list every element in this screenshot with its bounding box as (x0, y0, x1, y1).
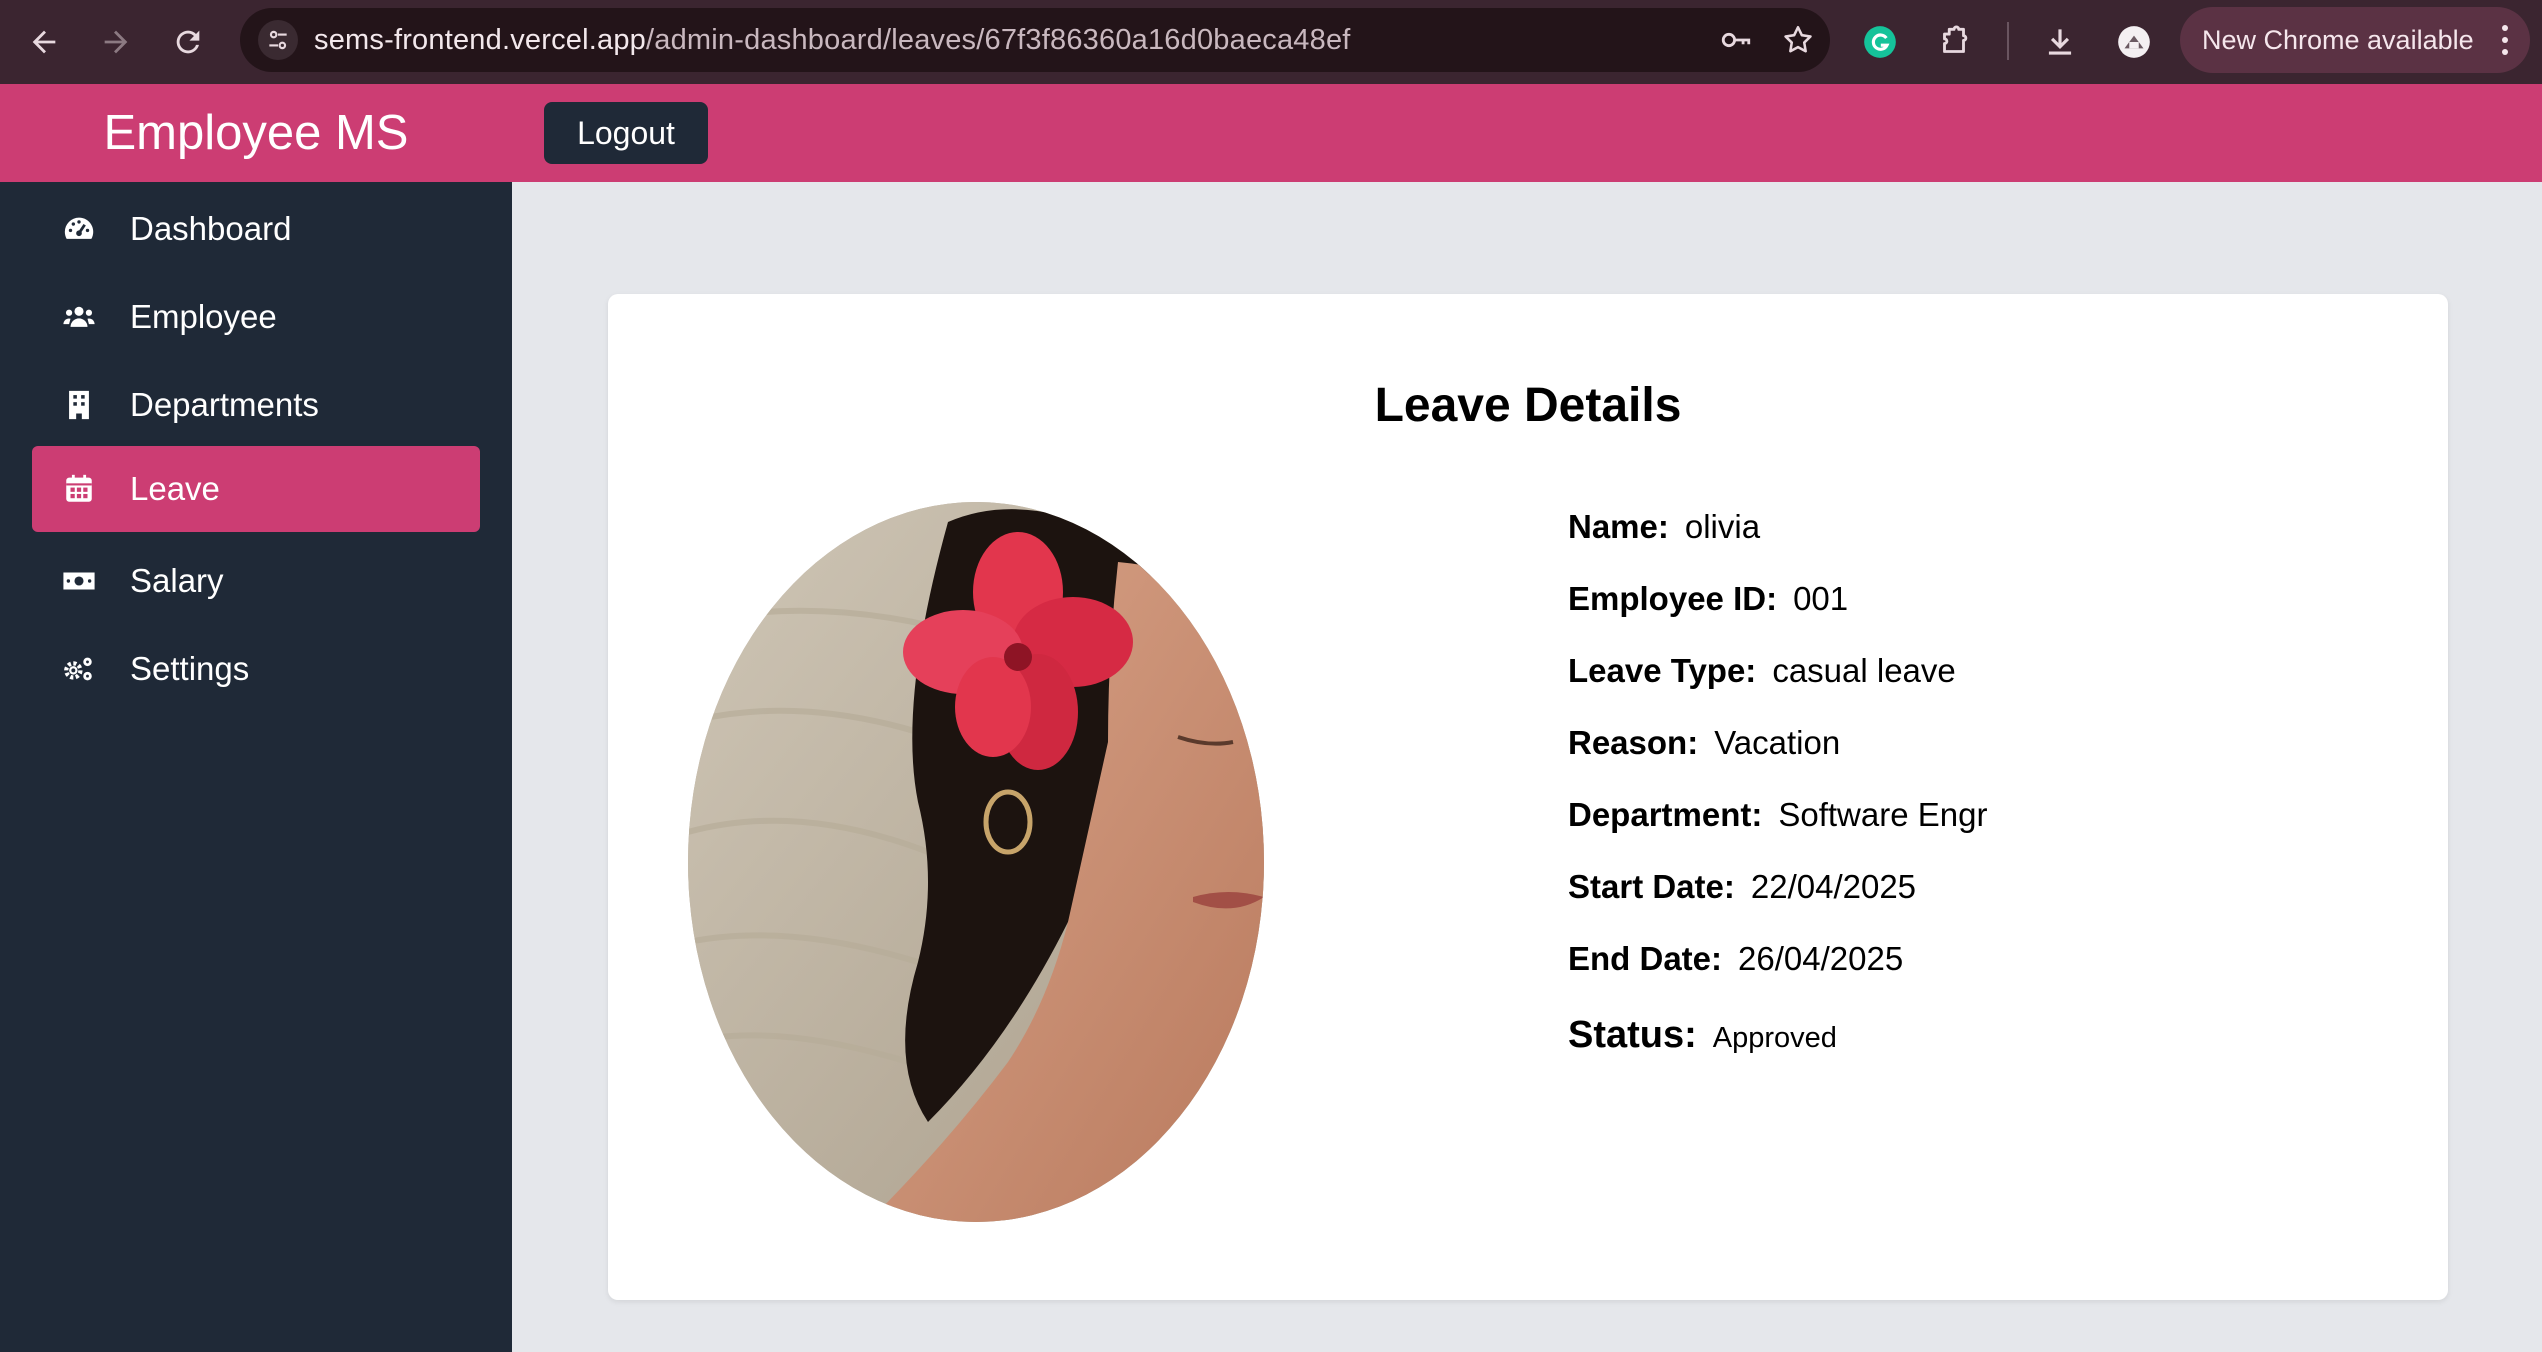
employee-photo (688, 502, 1264, 1222)
detail-label: Department: (1568, 796, 1763, 833)
detail-row-end-date: End Date: 26/04/2025 (1568, 934, 1903, 984)
sidebar-item-label: Leave (130, 470, 220, 507)
url-host: sems-frontend.vercel.app (314, 24, 647, 56)
detail-label: End Date: (1568, 940, 1723, 977)
gauge-icon (62, 212, 96, 246)
profile-button[interactable] (2110, 18, 2158, 66)
arrow-right-icon (104, 30, 128, 54)
detail-label: Start Date: (1568, 868, 1735, 905)
detail-row-leave-type: Leave Type: casual leave (1568, 646, 1956, 696)
detail-value: 22/04/2025 (1750, 868, 1917, 905)
sidebar: Dashboard Employee Departments Leave Sal… (0, 182, 512, 1352)
detail-row-name: Name: olivia (1568, 502, 1760, 552)
detail-value: 26/04/2025 (1738, 940, 1904, 977)
detail-row-reason: Reason: Vacation (1568, 718, 1840, 768)
url-text: sems-frontend.vercel.app/admin-dashboard… (314, 8, 1351, 72)
new-chrome-available-button[interactable]: New Chrome available (2180, 7, 2530, 73)
users-icon (62, 300, 96, 334)
money-bill-icon (62, 564, 96, 598)
site-settings-button[interactable] (258, 20, 298, 60)
detail-value: olivia (1684, 508, 1761, 545)
browser-toolbar: sems-frontend.vercel.app/admin-dashboard… (0, 0, 2542, 84)
download-icon (2048, 29, 2072, 55)
detail-label: Status: (1568, 1014, 1697, 1056)
leave-details-card: Leave Details Name: olivia Employee ID: … (608, 294, 2448, 1300)
gears-icon (62, 652, 96, 686)
building-icon (62, 388, 96, 422)
detail-label: Leave Type: (1568, 652, 1757, 689)
sidebar-item-label: Employee (130, 298, 277, 335)
detail-label: Name: (1568, 508, 1669, 545)
logout-button[interactable]: Logout (544, 102, 708, 164)
puzzle-icon (1943, 25, 1968, 53)
password-manager-button[interactable] (1718, 22, 1754, 58)
detail-row-start-date: Start Date: 22/04/2025 (1568, 862, 1916, 912)
sidebar-item-label: Settings (130, 650, 250, 687)
bookmark-button[interactable] (1780, 22, 1816, 58)
address-bar[interactable]: sems-frontend.vercel.app/admin-dashboard… (240, 8, 1830, 72)
sidebar-item-employee[interactable]: Employee (32, 274, 480, 360)
detail-value: 001 (1793, 580, 1849, 617)
extensions-button[interactable] (1930, 18, 1978, 66)
sidebar-item-leave[interactable]: Leave (32, 446, 480, 532)
reload-icon (176, 30, 200, 54)
downloads-button[interactable] (2036, 18, 2084, 66)
forward-button[interactable] (90, 16, 142, 68)
page-title: Leave Details (1374, 379, 1682, 432)
calendar-icon (62, 472, 96, 506)
app-header: Employee MS Logout (0, 84, 2542, 182)
arrow-left-icon (32, 30, 56, 54)
detail-row-department: Department: Software Engr (1568, 790, 1987, 840)
detail-value: Vacation (1714, 724, 1841, 761)
tune-icon (269, 30, 287, 50)
detail-row-status: Status: Approved (1568, 1010, 1837, 1060)
sidebar-item-label: Departments (130, 386, 319, 423)
new-chrome-label: New Chrome available (2202, 24, 2474, 55)
detail-value: casual leave (1772, 652, 1956, 689)
url-path: /admin-dashboard/leaves/67f3f86360a16d0b… (646, 24, 1351, 56)
sidebar-item-label: Salary (130, 562, 224, 599)
star-icon (1784, 25, 1812, 53)
status-value: Approved (1712, 1022, 1837, 1054)
back-button[interactable] (18, 16, 70, 68)
sidebar-item-salary[interactable]: Salary (32, 538, 480, 624)
brand-title: Employee MS (103, 106, 409, 160)
detail-label: Employee ID: (1568, 580, 1778, 617)
sidebar-item-label: Dashboard (130, 210, 292, 247)
toolbar-separator (2007, 22, 2009, 60)
grammarly-icon (1864, 26, 1896, 58)
profile-avatar-icon (2118, 26, 2150, 58)
more-vert-icon (2502, 25, 2508, 55)
reload-button[interactable] (162, 16, 214, 68)
sidebar-item-settings[interactable]: Settings (32, 626, 480, 712)
detail-value: Software Engr (1778, 796, 1988, 833)
sidebar-item-departments[interactable]: Departments (32, 362, 480, 448)
detail-label: Reason: (1568, 724, 1699, 761)
detail-row-employee-id: Employee ID: 001 (1568, 574, 1848, 624)
grammarly-extension-button[interactable] (1856, 18, 1904, 66)
key-icon (1721, 32, 1751, 48)
sidebar-item-dashboard[interactable]: Dashboard (32, 186, 480, 272)
